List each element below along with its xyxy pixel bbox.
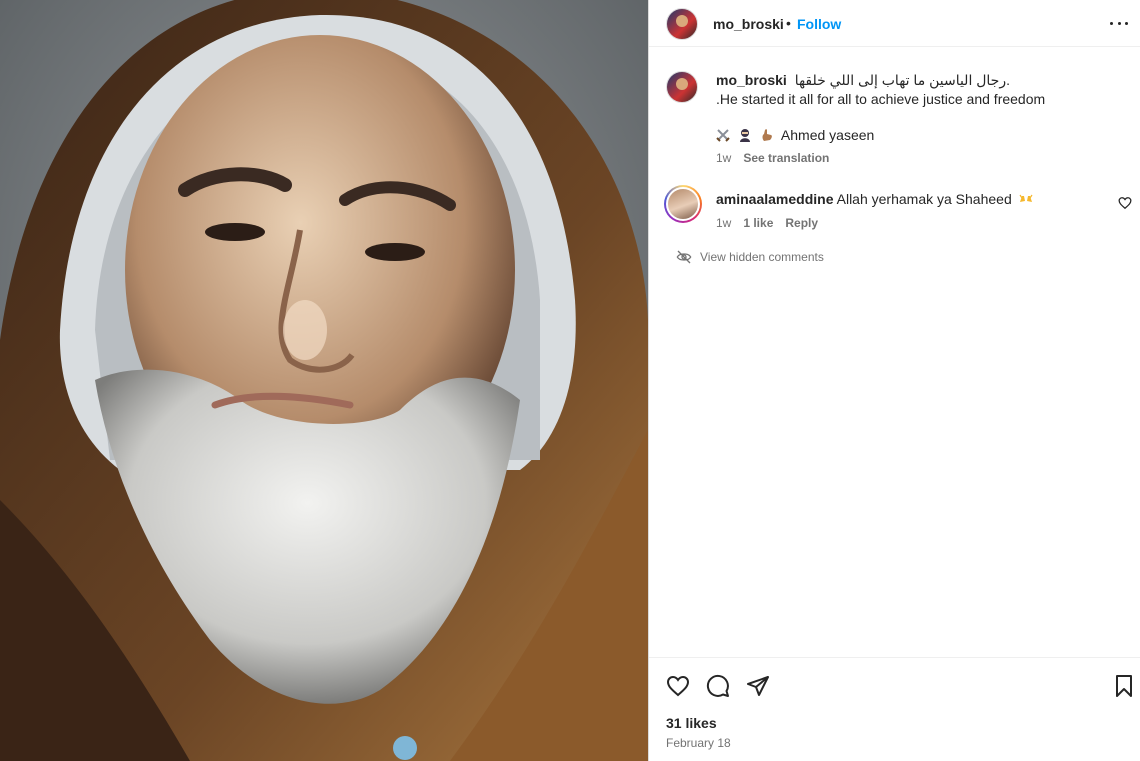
- comment-like-heart-icon[interactable]: [1118, 196, 1132, 210]
- view-hidden-comments-label: View hidden comments: [700, 250, 824, 264]
- like-count[interactable]: 31 likes: [666, 715, 717, 731]
- caption-username[interactable]: mo_broski: [716, 72, 787, 88]
- author-avatar[interactable]: [666, 8, 698, 40]
- post-header: mo_broski • Follow: [649, 0, 1140, 47]
- like-heart-icon[interactable]: [666, 674, 690, 698]
- portrait-illustration: [0, 0, 648, 761]
- more-options-icon[interactable]: [1110, 14, 1128, 32]
- eye-off-icon: [676, 250, 692, 264]
- post-details-panel: mo_broski • Follow mo_broski رجال الياسي…: [648, 0, 1140, 761]
- comment-body: aminaalameddine Allah yerhamak ya Shahee…: [716, 191, 1037, 207]
- view-hidden-comments-button[interactable]: View hidden comments: [676, 249, 824, 265]
- follow-button[interactable]: Follow: [797, 16, 841, 32]
- post-image: [0, 0, 648, 761]
- comment-meta: 1w 1 like Reply: [716, 216, 818, 230]
- commenter-avatar[interactable]: [664, 185, 702, 223]
- comment-item: aminaalameddine Allah yerhamak ya Shahee…: [649, 183, 1140, 233]
- comment-bubble-icon[interactable]: [706, 674, 730, 698]
- comment-text: Allah yerhamak ya Shaheed: [836, 191, 1012, 207]
- separator-dot: •: [786, 15, 791, 31]
- caption-line-1: mo_broski رجال الياسين ما تهاب إلى اللي …: [716, 72, 1010, 89]
- caption-signature: Ahmed yaseen: [780, 127, 875, 143]
- caption-arabic-text: رجال الياسين ما تهاب إلى اللي خلقها.: [794, 72, 1010, 88]
- share-paper-plane-icon[interactable]: [746, 674, 770, 698]
- bookmark-icon[interactable]: [1112, 674, 1136, 698]
- commenter-username[interactable]: aminaalameddine: [716, 191, 834, 207]
- caption-avatar[interactable]: [666, 71, 698, 103]
- see-translation-button[interactable]: See translation: [743, 151, 829, 165]
- post-date[interactable]: February 18: [666, 736, 731, 750]
- raised-hand-icon: [762, 129, 772, 141]
- crossed-swords-icon: [716, 129, 730, 142]
- comment-likes[interactable]: 1 like: [743, 216, 773, 230]
- raising-hands-icon: [1019, 194, 1033, 202]
- author-username[interactable]: mo_broski: [713, 16, 784, 32]
- comment-time: 1w: [716, 216, 732, 230]
- post-actions: 31 likes February 18: [649, 657, 1140, 761]
- caption-signature-line: Ahmed yaseen: [716, 127, 874, 143]
- ninja-icon: [739, 129, 750, 142]
- caption-english-text: .He started it all for all to achieve ju…: [716, 91, 1046, 107]
- reply-button[interactable]: Reply: [785, 216, 818, 230]
- caption-meta: 1w See translation: [716, 151, 829, 165]
- caption-time: 1w: [716, 151, 732, 165]
